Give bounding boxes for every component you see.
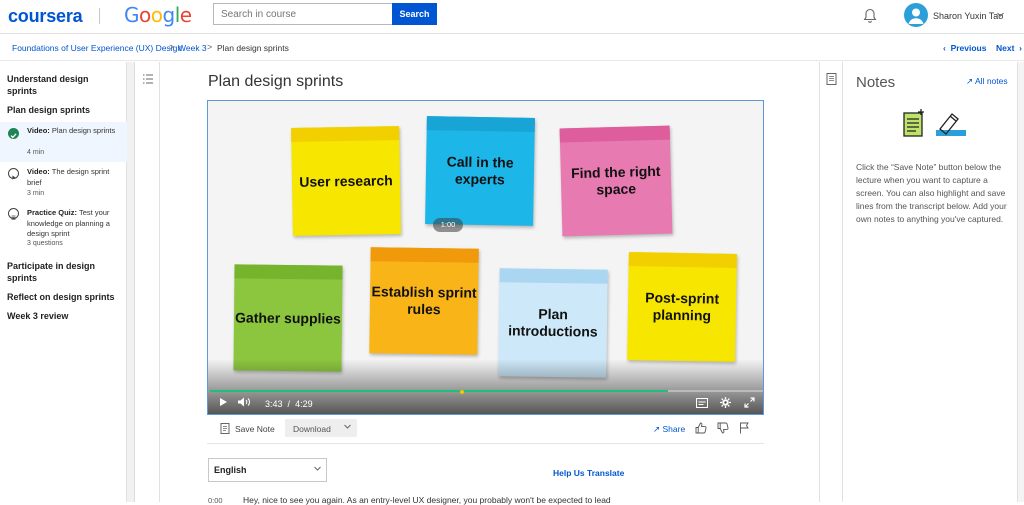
top-bar: coursera Google Search Sharon Yuxin Tao — [0, 0, 1024, 34]
quiz-icon — [8, 208, 19, 220]
notes-page-icon[interactable] — [826, 72, 837, 90]
external-link-icon: ↗ — [966, 76, 976, 86]
coursera-logo[interactable]: coursera — [8, 6, 83, 27]
lecture-actions: Save Note Download ↗ Share — [207, 418, 764, 444]
user-avatar-icon[interactable] — [904, 3, 928, 27]
save-note-icon[interactable] — [220, 423, 230, 437]
sidebar-scrollbar[interactable] — [127, 62, 135, 502]
play-circle-icon — [8, 168, 19, 180]
breadcrumb-course[interactable]: Foundations of User Experience (UX) Desi… — [12, 43, 182, 53]
notes-title: Notes — [856, 74, 896, 91]
flag-icon[interactable] — [739, 422, 750, 437]
search-button[interactable]: Search — [392, 3, 437, 25]
sidebar-item-practice-quiz[interactable]: Practice Quiz: Test your knowledge on pl… — [0, 205, 127, 253]
course-outline-sidebar: Understand design sprints Plan design sp… — [0, 62, 127, 502]
sticky-note: Gather supplies — [233, 264, 343, 372]
all-notes-link[interactable]: ↗ All notes — [966, 76, 1008, 87]
language-select[interactable]: English — [208, 458, 327, 482]
sidebar-section-plan[interactable]: Plan design sprints — [7, 105, 117, 117]
sidebar-section-participate[interactable]: Participate in design sprints — [7, 261, 117, 284]
breadcrumb: Foundations of User Experience (UX) Desi… — [0, 35, 1024, 61]
video-player[interactable]: User research Call in the experts Find t… — [207, 100, 764, 415]
next-button[interactable]: Next › — [996, 43, 1022, 53]
sidebar-item-duration: 3 min — [27, 190, 45, 197]
volume-icon[interactable] — [237, 397, 251, 409]
bell-icon[interactable] — [862, 8, 878, 24]
captions-icon[interactable] — [696, 398, 708, 410]
download-label: Download — [293, 424, 331, 434]
sidebar-item-video-plan[interactable]: Video: Plan design sprints 4 min — [0, 122, 127, 162]
chevron-down-icon — [343, 422, 352, 433]
seek-marker — [460, 390, 464, 394]
search-input[interactable] — [213, 3, 392, 25]
save-note-button[interactable]: Save Note — [235, 424, 275, 434]
sidebar-item-label: Video: Plan design sprints — [27, 126, 116, 135]
sticky-note: Call in the experts — [425, 116, 535, 226]
language-value: English — [214, 465, 247, 475]
outline-toggle[interactable] — [136, 62, 160, 502]
breadcrumb-separator: > — [207, 42, 213, 52]
chevron-down-icon[interactable] — [996, 10, 1005, 21]
play-icon[interactable] — [218, 397, 228, 409]
help-translate-link[interactable]: Help Us Translate — [553, 468, 624, 478]
chevron-right-icon: › — [1014, 43, 1022, 53]
previous-button[interactable]: ‹ Previous — [943, 43, 986, 53]
sticky-note: Find the right space — [559, 125, 673, 237]
transcript-line[interactable]: Hey, nice to see you again. As an entry-… — [243, 495, 611, 505]
breadcrumb-week[interactable]: Week 3 — [178, 43, 207, 53]
chevron-down-icon — [313, 464, 322, 475]
chevron-left-icon: ‹ — [943, 43, 951, 53]
notes-instructions: Click the “Save Note” button below the l… — [856, 162, 1007, 224]
settings-gear-icon[interactable] — [720, 397, 731, 410]
sidebar-item-label: Video: The design sprint brief — [27, 167, 110, 187]
notes-toggle[interactable] — [819, 62, 843, 502]
transcript-timestamp[interactable]: 0:00 — [208, 496, 223, 505]
lecture-main: Plan design sprints User research Call i… — [161, 62, 819, 505]
sidebar-section-review[interactable]: Week 3 review — [7, 311, 117, 323]
sticky-note: User research — [291, 126, 401, 236]
thumbs-down-icon[interactable] — [717, 422, 729, 437]
thumbs-up-icon[interactable] — [695, 422, 707, 437]
breadcrumb-current: Plan design sprints — [217, 43, 289, 53]
google-logo: Google — [124, 3, 192, 27]
sidebar-item-duration: 4 min — [27, 149, 45, 156]
video-time: 3:43 / 4:29 — [265, 399, 313, 409]
sidebar-item-duration: 3 questions — [27, 240, 63, 247]
user-name[interactable]: Sharon Yuxin Tao — [933, 11, 1003, 21]
sidebar-item-video-brief[interactable]: Video: The design sprint brief 3 min — [0, 163, 127, 203]
page-title: Plan design sprints — [208, 73, 344, 90]
logo-divider — [99, 8, 100, 24]
notes-illustration-icon — [902, 108, 968, 143]
video-progress-bar[interactable] — [210, 390, 763, 392]
sticky-note: Post-sprint planning — [627, 252, 737, 362]
notes-panel: Notes ↗ All notes Click the “Save Note” … — [844, 62, 1024, 502]
video-progress-fill — [210, 390, 669, 392]
sticky-note: Establish sprint rules — [369, 247, 479, 355]
share-button[interactable]: ↗ Share — [653, 424, 685, 435]
sidebar-section-reflect[interactable]: Reflect on design sprints — [7, 292, 117, 304]
list-icon[interactable] — [142, 72, 154, 90]
notes-scrollbar[interactable] — [1017, 62, 1024, 502]
download-dropdown[interactable]: Download — [285, 419, 357, 437]
sidebar-section-understand[interactable]: Understand design sprints — [7, 74, 117, 97]
check-circle-icon — [8, 128, 19, 139]
breadcrumb-separator: > — [169, 42, 175, 52]
sidebar-item-label: Practice Quiz: Test your knowledge on pl… — [27, 208, 110, 238]
fullscreen-icon[interactable] — [744, 397, 755, 410]
seek-time-tooltip: 1:00 — [433, 218, 463, 232]
